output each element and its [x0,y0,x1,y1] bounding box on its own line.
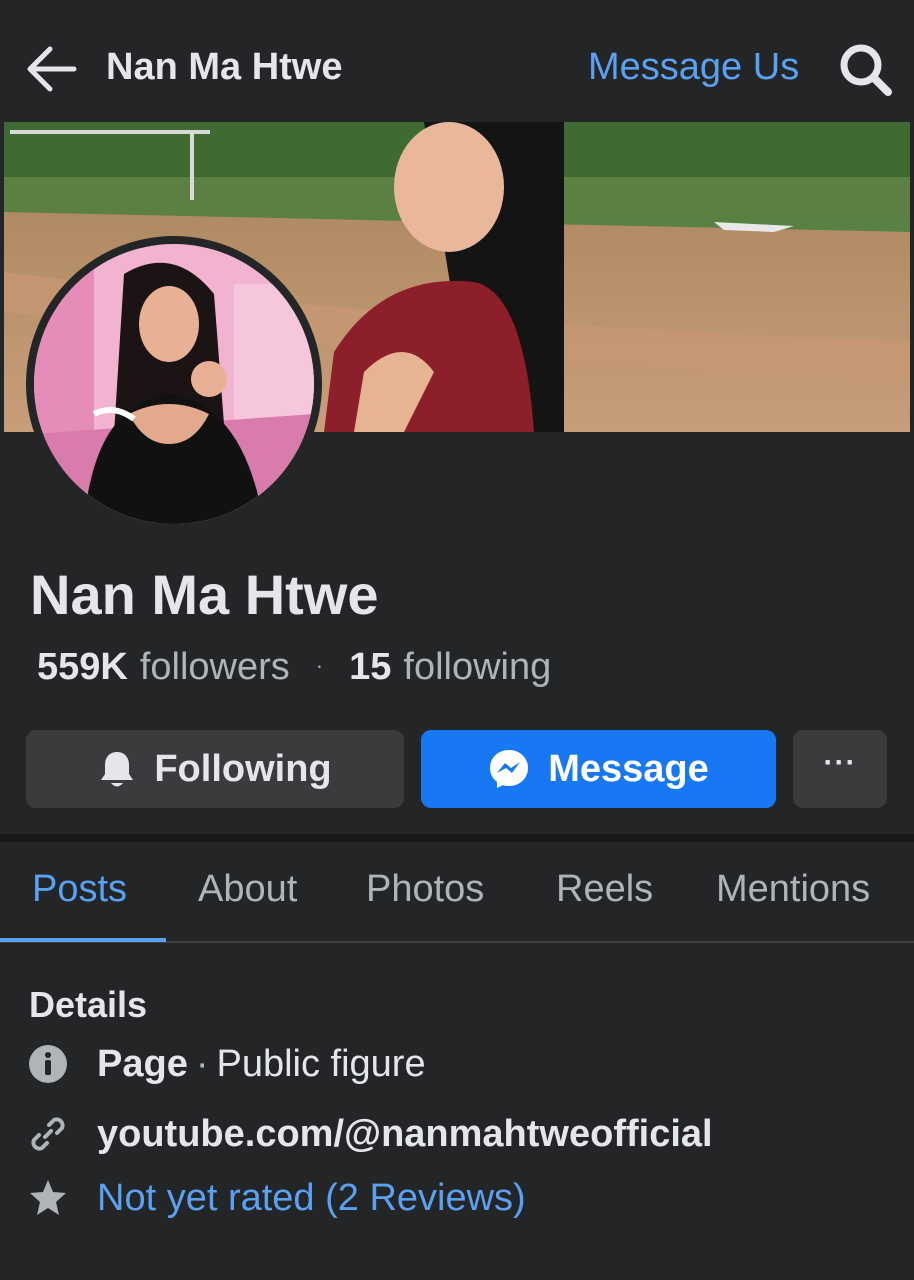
top-bar: Nan Ma Htwe Message Us [0,0,914,122]
following-label[interactable]: following [403,646,551,689]
details-heading: Details [29,984,148,1025]
active-tab-indicator [0,938,166,942]
tab-photos[interactable]: Photos [366,868,484,911]
tab-mentions[interactable]: Mentions [716,868,870,911]
page-title: Nan Ma Htwe [106,46,343,88]
rating-link[interactable]: Not yet rated (2 Reviews) [97,1177,526,1220]
star-icon [26,1176,70,1220]
back-button[interactable] [22,40,80,98]
more-icon: ··· [823,746,857,779]
bell-icon [98,749,136,789]
message-us-link[interactable]: Message Us [588,46,799,89]
tab-posts[interactable]: Posts [32,868,127,911]
tab-reels[interactable]: Reels [556,868,653,911]
page-separator: · [195,1042,209,1085]
tab-about[interactable]: About [198,868,297,911]
page-category-row: Page · Public figure [26,1042,426,1086]
website-link-row[interactable]: youtube.com/@nanmahtweofficial [26,1112,713,1156]
profile-avatar[interactable] [26,236,322,532]
website-link[interactable]: youtube.com/@nanmahtweofficial [97,1113,713,1156]
following-button-label: Following [154,747,332,790]
info-icon [26,1042,70,1086]
message-button-label: Message [548,747,709,790]
profile-name: Nan Ma Htwe [30,563,379,626]
link-icon [26,1112,70,1156]
rating-row[interactable]: Not yet rated (2 Reviews) [26,1176,526,1220]
message-button[interactable]: Message [421,730,776,808]
messenger-icon [488,748,530,790]
back-arrow-icon [27,46,77,92]
page-category: Public figure [216,1042,426,1085]
search-button[interactable] [836,40,896,100]
follow-stats: 559K followers · 15 following [37,646,551,689]
profile-tabs: Posts About Photos Reels Mentions [0,842,914,942]
stats-separator: · [315,653,324,678]
following-button[interactable]: Following [26,730,404,808]
following-count[interactable]: 15 [349,646,391,689]
followers-count[interactable]: 559K [37,646,128,689]
search-icon [840,44,892,96]
followers-label[interactable]: followers [140,646,290,689]
section-divider [0,834,914,842]
more-options-button[interactable]: ··· [793,730,887,808]
page-type-label: Page [97,1042,188,1085]
